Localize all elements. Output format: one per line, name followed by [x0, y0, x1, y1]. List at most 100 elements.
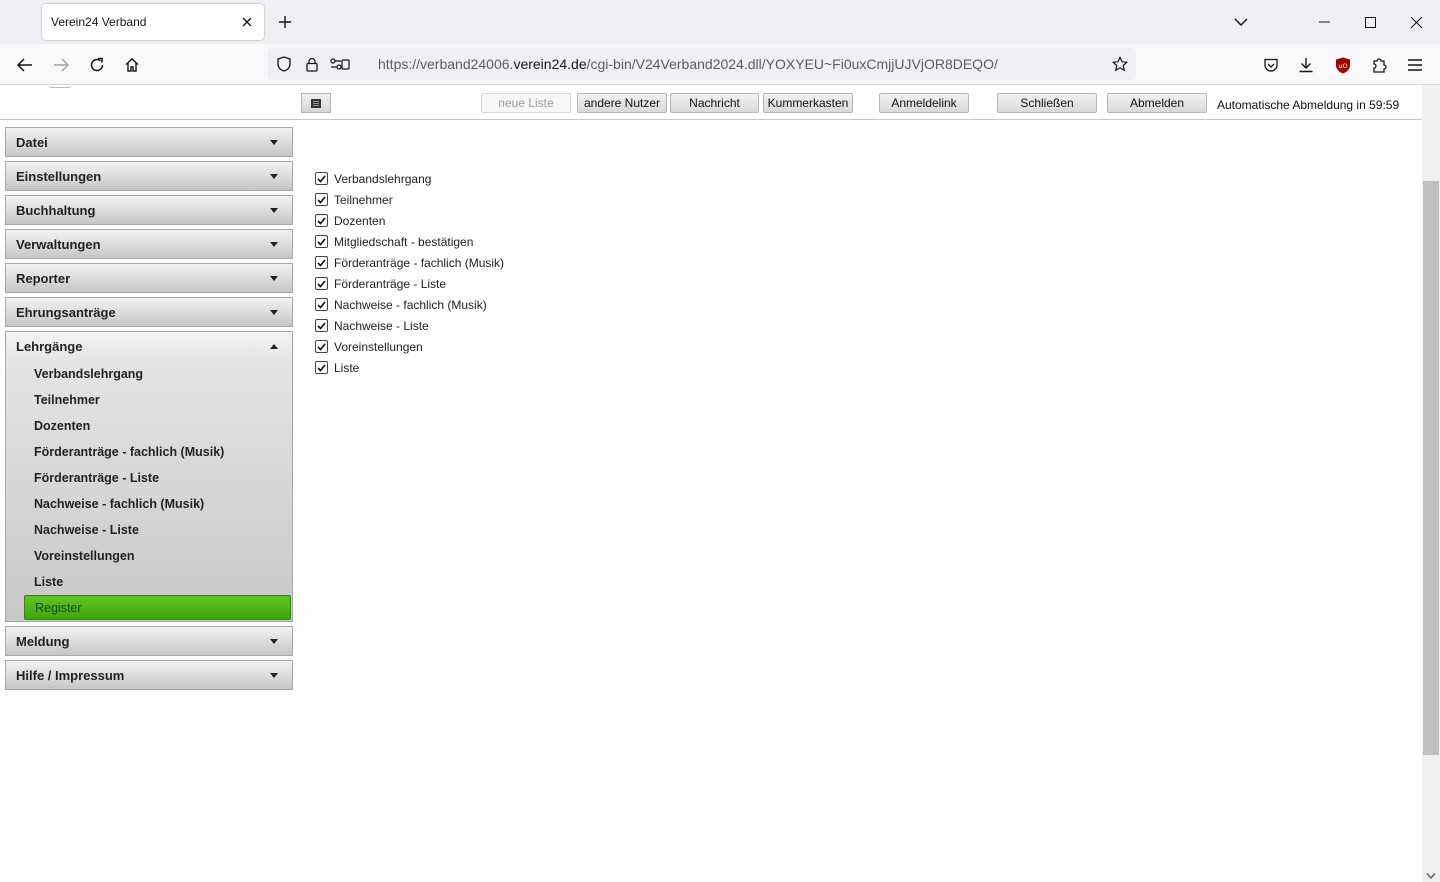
anmeldelink-button[interactable]: Anmeldelink — [879, 93, 969, 113]
lock-icon[interactable] — [300, 52, 324, 76]
checkbox-label: Förderanträge - fachlich (Musik) — [334, 255, 505, 270]
close-app-button[interactable]: Schließen — [997, 93, 1097, 113]
sidebar-item-nachweise-liste[interactable]: Nachweise - Liste — [6, 517, 292, 543]
sidebar-item-foerderantraege-liste[interactable]: Förderanträge - Liste — [6, 465, 292, 491]
extensions-icon[interactable] — [1364, 50, 1394, 80]
checkbox[interactable] — [315, 340, 328, 353]
shield-icon[interactable] — [272, 52, 296, 76]
sidebar-section-reporter[interactable]: Reporter — [5, 263, 293, 293]
hamburger-menu-icon[interactable] — [1400, 50, 1430, 80]
sidebar-item-register[interactable]: Register — [24, 595, 291, 620]
checkbox-label: Dozenten — [334, 213, 386, 228]
checklist-row: Voreinstellungen — [315, 336, 504, 357]
chevron-down-icon — [270, 673, 278, 678]
maximize-icon[interactable] — [1347, 0, 1393, 44]
nachricht-button[interactable]: Nachricht — [670, 93, 759, 113]
home-icon[interactable] — [117, 50, 147, 80]
checkbox[interactable] — [315, 256, 328, 269]
checkmark-icon — [317, 216, 326, 225]
pocket-icon[interactable] — [1256, 50, 1286, 80]
sidebar-item-liste[interactable]: Liste — [6, 569, 292, 595]
checkbox[interactable] — [315, 193, 328, 206]
auto-logout-timer: Automatische Abmeldung in 59:59 — [1217, 98, 1400, 112]
permissions-icon[interactable] — [328, 52, 352, 76]
checkbox-label: Liste — [334, 360, 360, 375]
checkmark-icon — [317, 195, 326, 204]
chevron-up-icon — [270, 344, 278, 349]
checklist-row: Teilnehmer — [315, 189, 504, 210]
checkmark-icon — [317, 321, 326, 330]
download-icon[interactable] — [1291, 50, 1321, 80]
section-label: Einstellungen — [16, 168, 102, 184]
chevron-down-icon[interactable] — [1228, 9, 1254, 35]
new-tab-icon[interactable] — [272, 9, 298, 35]
menu-toggle-button[interactable] — [301, 93, 331, 113]
scrollbar-thumb[interactable] — [1423, 181, 1439, 755]
url-text: https://verband24006.verein24.de/cgi-bin… — [378, 56, 998, 72]
chevron-down-icon — [270, 276, 278, 281]
bookmark-star-icon[interactable] — [1108, 52, 1132, 76]
checklist-row: Dozenten — [315, 210, 504, 231]
vertical-scrollbar[interactable] — [1422, 85, 1440, 882]
url-bar[interactable]: https://verband24006.verein24.de/cgi-bin… — [268, 48, 1136, 80]
sidebar-section-meldung[interactable]: Meldung — [5, 626, 293, 656]
checkmark-icon — [317, 174, 326, 183]
minimize-icon[interactable] — [1301, 0, 1347, 44]
checkbox-label: Nachweise - fachlich (Musik) — [334, 297, 487, 312]
sidebar-item-voreinstellungen[interactable]: Voreinstellungen — [6, 543, 292, 569]
sidebar-section-hilfe-impressum[interactable]: Hilfe / Impressum — [5, 660, 293, 690]
section-label: Hilfe / Impressum — [16, 667, 125, 683]
checkbox-label: Verbandslehrgang — [334, 171, 432, 186]
chevron-down-icon — [270, 208, 278, 213]
sidebar-section-verwaltungen[interactable]: Verwaltungen — [5, 229, 293, 259]
neue-liste-button[interactable]: neue Liste — [481, 93, 571, 113]
sidebar-item-foerderantraege-fachlich[interactable]: Förderanträge - fachlich (Musik) — [6, 439, 292, 465]
checkbox[interactable] — [315, 361, 328, 374]
sidebar-section-buchhaltung[interactable]: Buchhaltung — [5, 195, 293, 225]
sidebar-item-teilnehmer[interactable]: Teilnehmer — [6, 387, 292, 413]
back-icon[interactable] — [10, 50, 40, 80]
section-label: Meldung — [16, 633, 70, 649]
sidebar-item-verbandslehrgang[interactable]: Verbandslehrgang — [6, 361, 292, 387]
sidebar-section-lehrgaenge: Lehrgänge Verbandslehrgang Teilnehmer Do… — [5, 331, 293, 622]
checkbox-label: Mitgliedschaft - bestätigen — [334, 234, 474, 249]
sidebar-section-einstellungen[interactable]: Einstellungen — [5, 161, 293, 191]
ublock-origin-icon[interactable]: uO — [1328, 50, 1358, 80]
page-content: neue Liste andere Nutzer Nachricht Kumme… — [0, 85, 1440, 882]
checkbox[interactable] — [315, 319, 328, 332]
chevron-down-icon — [270, 242, 278, 247]
chevron-down-icon — [270, 174, 278, 179]
close-tab-icon[interactable] — [235, 10, 259, 34]
checklist-row: Verbandslehrgang — [315, 168, 504, 189]
andere-nutzer-button[interactable]: andere Nutzer — [577, 93, 667, 113]
sidebar-item-nachweise-fachlich[interactable]: Nachweise - fachlich (Musik) — [6, 491, 292, 517]
checkbox[interactable] — [315, 214, 328, 227]
checkbox[interactable] — [315, 277, 328, 290]
section-label: Reporter — [16, 270, 71, 286]
sidebar-section-datei[interactable]: Datei — [5, 127, 293, 157]
sidebar-item-dozenten[interactable]: Dozenten — [6, 413, 292, 439]
checklist-row: Förderanträge - Liste — [315, 273, 504, 294]
checkbox[interactable] — [315, 172, 328, 185]
sidebar-section-lehrgaenge-header[interactable]: Lehrgänge — [6, 332, 292, 361]
checkbox[interactable] — [315, 298, 328, 311]
forward-icon[interactable] — [46, 50, 76, 80]
reload-icon[interactable] — [82, 50, 112, 80]
checklist-row: Nachweise - Liste — [315, 315, 504, 336]
checkbox-label: Förderanträge - Liste — [334, 276, 447, 291]
app-toolbar: neue Liste andere Nutzer Nachricht Kumme… — [0, 85, 1422, 120]
sidebar-menu: Datei Einstellungen Buchhaltung Verwaltu… — [5, 127, 293, 694]
checkmark-icon — [317, 300, 326, 309]
register-checklist: Verbandslehrgang Teilnehmer Dozenten Mitgli… — [315, 168, 504, 378]
checkmark-icon — [317, 258, 326, 267]
browser-tab[interactable]: Verein24 Verband — [42, 4, 264, 40]
checklist-row: Nachweise - fachlich (Musik) — [315, 294, 504, 315]
window-close-icon[interactable] — [1393, 0, 1439, 44]
checkbox[interactable] — [315, 235, 328, 248]
scroll-down-arrow-icon[interactable] — [1426, 872, 1436, 880]
checkmark-icon — [317, 363, 326, 372]
navigation-toolbar: https://verband24006.verein24.de/cgi-bin… — [0, 44, 1440, 85]
kummerkasten-button[interactable]: Kummerkasten — [763, 93, 853, 113]
logout-button[interactable]: Abmelden — [1107, 93, 1207, 113]
sidebar-section-ehrungsantraege[interactable]: Ehrungsanträge — [5, 297, 293, 327]
